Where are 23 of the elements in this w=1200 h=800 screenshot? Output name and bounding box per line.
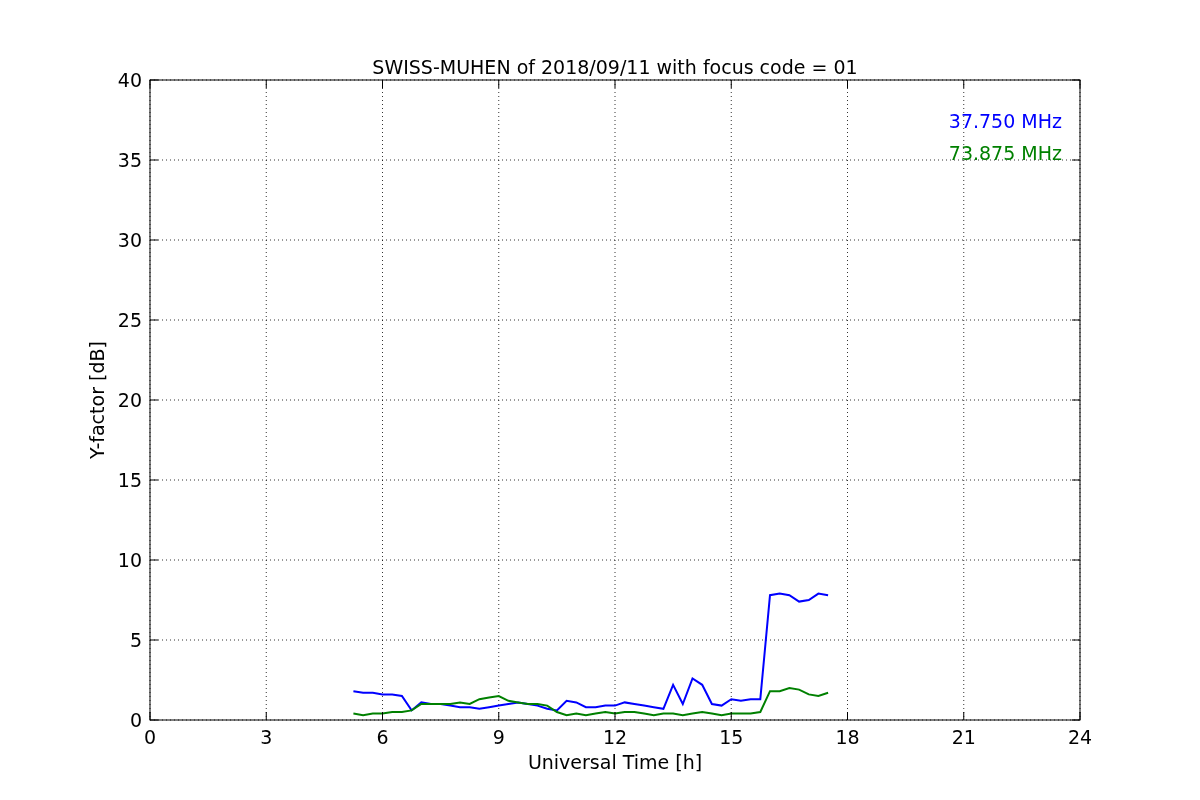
axis-tick-label: 10 [117, 549, 142, 571]
axis-tick-label: 30 [117, 229, 142, 251]
axis-tick-label: 15 [719, 726, 744, 748]
x-axis-label: Universal Time [h] [527, 751, 703, 773]
axis-tick-label: 3 [260, 726, 273, 748]
axis-tick-label: 9 [492, 726, 505, 748]
axis-tick-label: 21 [951, 726, 976, 748]
axis-tick-label: 20 [117, 389, 142, 411]
axis-tick-label: 0 [129, 709, 142, 731]
axis-tick-label: 24 [1067, 726, 1093, 748]
axis-tick-label: 35 [117, 149, 142, 171]
legend-label: 37.750 MHz [948, 110, 1062, 132]
axis-tick-label: 0 [143, 726, 157, 748]
axis-tick-label: 6 [376, 726, 389, 748]
legend-label: 73.875 MHz [948, 142, 1062, 164]
axis-tick-label: 25 [117, 309, 142, 331]
axis-tick-label: 40 [117, 69, 142, 91]
y-axis-label: Y-factor [dB] [86, 341, 108, 459]
axis-tick-label: 15 [117, 469, 142, 491]
axis-tick-label: 5 [129, 629, 142, 651]
chart-title: SWISS-MUHEN of 2018/09/11 with focus code = 01 [372, 56, 858, 78]
axis-tick-label: 12 [602, 726, 628, 748]
axis-tick-label: 18 [835, 726, 860, 748]
